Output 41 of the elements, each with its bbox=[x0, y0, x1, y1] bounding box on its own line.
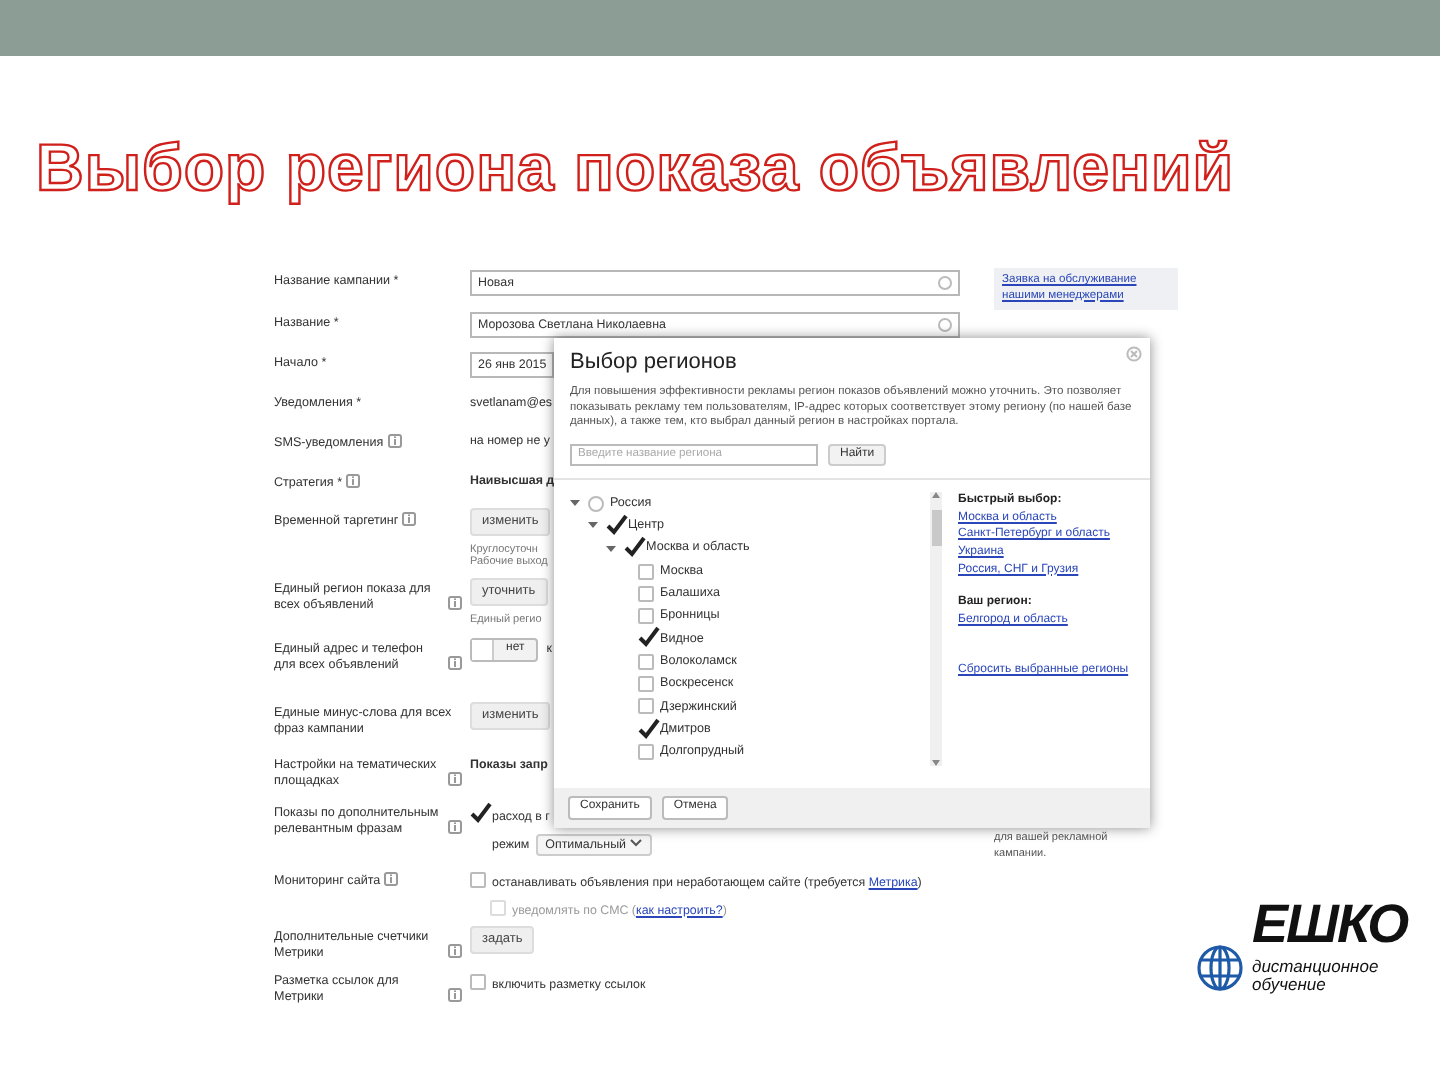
checkbox[interactable] bbox=[638, 653, 654, 670]
collapse-icon[interactable] bbox=[606, 543, 616, 554]
logo-text: ЕШКО bbox=[1252, 896, 1411, 953]
help-icon[interactable] bbox=[384, 872, 399, 887]
clear-icon[interactable] bbox=[938, 276, 952, 290]
checkbox[interactable] bbox=[638, 608, 654, 625]
dialog-title: Выбор регионов bbox=[570, 350, 739, 377]
checkbox[interactable] bbox=[638, 743, 654, 760]
checkbox[interactable] bbox=[606, 517, 622, 534]
help-icon[interactable] bbox=[346, 474, 361, 489]
checkbox[interactable] bbox=[638, 698, 654, 715]
checkbox[interactable] bbox=[638, 721, 654, 738]
clear-icon[interactable] bbox=[938, 318, 952, 333]
help-icon[interactable] bbox=[448, 820, 462, 835]
scroll-down-icon[interactable] bbox=[932, 759, 940, 766]
help-icon[interactable] bbox=[448, 944, 462, 959]
checkbox[interactable] bbox=[470, 872, 486, 889]
collapse-icon[interactable] bbox=[588, 520, 598, 531]
help-icon[interactable] bbox=[448, 596, 462, 611]
checkbox[interactable] bbox=[638, 675, 654, 692]
scroll-up-icon[interactable] bbox=[932, 491, 940, 498]
scrollbar[interactable] bbox=[930, 491, 942, 766]
collapse-icon[interactable] bbox=[570, 498, 580, 509]
checkbox[interactable] bbox=[470, 806, 486, 823]
checkbox[interactable] bbox=[638, 585, 654, 602]
checkbox[interactable] bbox=[638, 630, 654, 647]
globe-icon bbox=[1196, 944, 1244, 993]
close-icon[interactable] bbox=[1126, 346, 1142, 362]
checkbox[interactable] bbox=[470, 974, 486, 991]
help-icon[interactable] bbox=[448, 772, 462, 787]
help-icon[interactable] bbox=[387, 434, 402, 449]
radio-button[interactable] bbox=[588, 495, 604, 512]
checkbox[interactable] bbox=[624, 540, 640, 557]
help-icon[interactable] bbox=[402, 512, 417, 527]
help-icon[interactable] bbox=[448, 988, 462, 1003]
help-icon[interactable] bbox=[448, 656, 462, 671]
checkbox[interactable] bbox=[638, 563, 654, 579]
scroll-thumb[interactable] bbox=[931, 509, 941, 546]
logo-tagline: дистанционное обучение bbox=[1252, 958, 1381, 993]
slide-title: Выбор региона показа объявлений bbox=[36, 128, 1237, 208]
caret-icon bbox=[629, 838, 642, 849]
